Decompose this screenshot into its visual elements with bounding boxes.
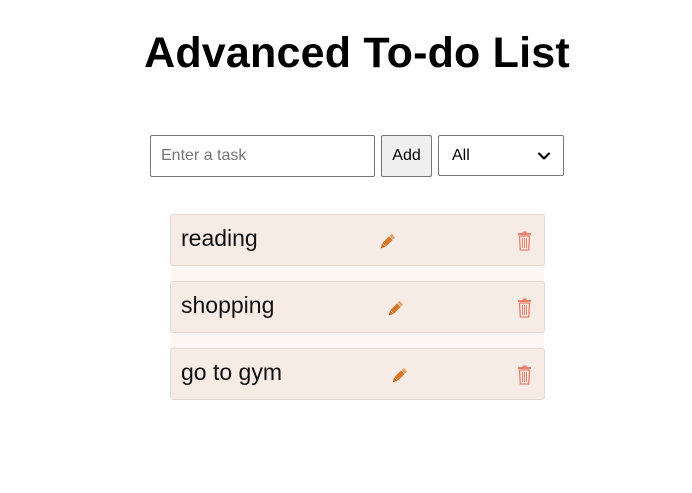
pencil-icon[interactable]: [385, 299, 405, 319]
task-item: reading: [170, 214, 545, 266]
task-text: reading: [181, 225, 258, 251]
filter-selected-value: All: [452, 146, 470, 164]
task-text: shopping: [181, 292, 275, 318]
task-list: reading shopping go to gym: [170, 214, 545, 400]
task-item: shopping: [170, 281, 545, 333]
task-spacer: [171, 266, 544, 281]
page-title: Advanced To-do List: [144, 29, 570, 77]
pencil-icon[interactable]: [377, 232, 397, 252]
trash-icon[interactable]: [517, 298, 532, 318]
trash-icon[interactable]: [517, 231, 532, 251]
add-task-button[interactable]: Add: [381, 135, 432, 177]
task-input[interactable]: [150, 135, 375, 177]
todo-app: Advanced To-do List Add All reading: [0, 0, 692, 493]
chevron-down-icon: [538, 152, 550, 159]
filter-select[interactable]: All: [438, 135, 564, 176]
pencil-icon[interactable]: [389, 366, 409, 386]
task-text: go to gym: [181, 359, 282, 385]
task-item: go to gym: [170, 348, 545, 400]
task-spacer: [171, 333, 544, 348]
trash-icon[interactable]: [517, 365, 532, 385]
